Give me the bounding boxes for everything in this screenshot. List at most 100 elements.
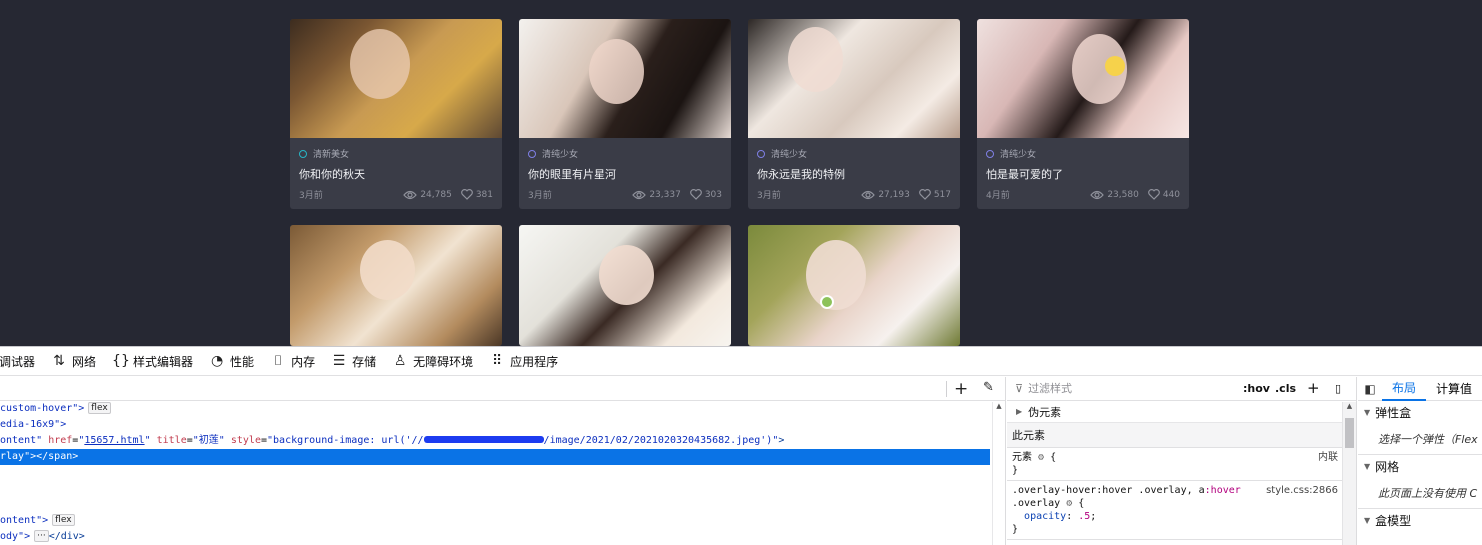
post-thumbnail[interactable] (519, 19, 731, 138)
markup-line[interactable] (0, 497, 990, 513)
markup-view: + ✎ custom-hover"> flex edia-16x9"> onten… (0, 377, 1006, 545)
post-title[interactable]: 你的眼里有片星河 (528, 166, 722, 181)
attr-value: background-image: url('// (273, 435, 424, 446)
tab-layout[interactable]: 布局 (1381, 377, 1426, 401)
href-link[interactable]: 15657.html (84, 435, 144, 446)
eyedropper-icon[interactable]: ✎ (983, 380, 994, 395)
expand-triangle-icon: ▶ (1016, 407, 1023, 416)
post-card[interactable]: 清新美女 你和你的秋天 3月前 24,785 381 (290, 19, 502, 209)
markup-tree: custom-hover"> flex edia-16x9"> ontent" h… (0, 401, 1005, 545)
markup-line-selected[interactable]: rlay"></span> (0, 449, 990, 465)
sidebar-tabs: ◧ 布局 计算值 (1358, 377, 1482, 401)
gear-icon[interactable]: ⚙ (1066, 498, 1072, 509)
add-node-button[interactable]: + (954, 379, 968, 399)
tab-computed[interactable]: 计算值 (1426, 377, 1482, 401)
post-title[interactable]: 你永远是我的特例 (757, 166, 951, 181)
post-thumbnail[interactable] (977, 19, 1189, 138)
section-label: 弹性盒 (1375, 405, 1412, 420)
scroll-up-icon[interactable]: ▲ (1343, 402, 1356, 410)
flex-badge[interactable]: flex (52, 514, 75, 526)
print-media-icon[interactable]: ▯ (1335, 382, 1341, 395)
filter-styles-input[interactable] (1028, 382, 1229, 395)
css-value[interactable]: .5 (1078, 511, 1090, 522)
tab-accessibility[interactable]: ♙ 无障碍环境 (384, 347, 481, 376)
markup-text: custom-hover"> (0, 403, 85, 414)
tab-style-editor[interactable]: {} 样式编辑器 (104, 347, 201, 376)
section-label: 伪元素 (1028, 405, 1062, 419)
markup-line[interactable]: edia-16x9"> (0, 417, 990, 433)
box-model-section-toggle[interactable]: ▼ 盒模型 (1358, 509, 1482, 531)
filter-icon: ⊽ (1015, 382, 1024, 395)
heart-icon[interactable] (460, 189, 473, 200)
post-card[interactable] (519, 225, 731, 346)
tab-debugger[interactable]: 调试器 (0, 347, 43, 376)
post-card[interactable] (290, 225, 502, 346)
markup-line[interactable]: ontent"> flex (0, 513, 990, 529)
post-category[interactable]: 清纯少女 (542, 147, 578, 160)
markup-line[interactable]: ontent" href="15657.html" title="初莲" sty… (0, 433, 990, 449)
post-thumbnail[interactable] (748, 225, 960, 346)
add-rule-button[interactable]: + (1307, 379, 1320, 397)
like-count: 517 (933, 189, 951, 200)
post-category[interactable]: 清纯少女 (771, 147, 807, 160)
pseudo-elements-toggle[interactable]: ▶ 伪元素 (1007, 401, 1356, 423)
attr-value: 初莲 (198, 435, 219, 446)
grid-note: 此页面上没有使用 C (1358, 477, 1482, 509)
performance-icon: ◔ (210, 353, 224, 369)
markup-line[interactable] (0, 481, 990, 497)
element-rule[interactable]: 元素 ⚙ { } 内联 (1007, 448, 1356, 481)
flex-badge[interactable]: flex (88, 402, 111, 414)
cls-button[interactable]: .cls (1275, 382, 1296, 395)
attr-name: style (230, 435, 261, 446)
tab-network[interactable]: ⇅ 网络 (43, 347, 104, 376)
tab-performance[interactable]: ◔ 性能 (201, 347, 262, 376)
heart-icon[interactable] (918, 189, 931, 200)
post-category[interactable]: 清纯少女 (1000, 147, 1036, 160)
grid-section-toggle[interactable]: ▼ 网格 (1358, 455, 1482, 477)
heart-icon[interactable] (1147, 189, 1160, 200)
section-label: 此元素 (1012, 429, 1045, 442)
category-dot-icon (299, 149, 307, 158)
toggle-panel-icon[interactable]: ◧ (1358, 382, 1382, 396)
post-card[interactable] (748, 225, 960, 346)
devtools-toolbar: 调试器 ⇅ 网络 {} 样式编辑器 ◔ 性能 ⌷ 内存 ☰ 存储 ♙ 无障碍环境 ⠿ 应用程序 (0, 347, 1482, 376)
scroll-up-icon[interactable]: ▲ (993, 402, 1005, 410)
gear-icon[interactable]: ⚙ (1038, 452, 1044, 463)
this-element-header: 此元素 (1007, 423, 1356, 448)
scrollbar-thumb[interactable] (1345, 418, 1354, 448)
markup-scrollbar[interactable]: ▲ (992, 402, 1005, 545)
tab-label: 应用程序 (510, 354, 559, 369)
tab-label: 存储 (352, 354, 377, 369)
post-card[interactable]: 清纯少女 怕是最可爱的了 4月前 23,580 440 (977, 19, 1189, 209)
markup-line[interactable]: ody"> ··· </div> (0, 529, 990, 545)
divider (946, 381, 947, 397)
tab-memory[interactable]: ⌷ 内存 (262, 347, 323, 376)
category-dot-icon (528, 149, 536, 158)
post-card[interactable]: 清纯少女 你永远是我的特例 3月前 27,193 517 (748, 19, 960, 209)
heart-icon[interactable] (689, 189, 702, 200)
attr-name: title (156, 435, 187, 446)
rule-selector-pseudo: :hover (1204, 485, 1241, 496)
post-card[interactable]: 清纯少女 你的眼里有片星河 3月前 23,337 303 (519, 19, 731, 209)
css-rule[interactable]: .overlay-hover:hover .overlay, a:hover .… (1007, 481, 1356, 540)
flexbox-section-toggle[interactable]: ▼ 弹性盒 (1358, 401, 1482, 423)
post-thumbnail[interactable] (519, 225, 731, 346)
tab-application[interactable]: ⠿ 应用程序 (481, 347, 566, 376)
post-time: 3月前 (528, 191, 552, 201)
post-thumbnail[interactable] (290, 225, 502, 346)
hov-button[interactable]: :hov (1243, 382, 1270, 395)
css-property[interactable]: opacity (1024, 511, 1066, 522)
rule-source-link[interactable]: style.css:2866 (1266, 484, 1338, 497)
layout-sidebar: ◧ 布局 计算值 ▼ 弹性盒 选择一个弹性（Flex ▼ 网格 此页面上没有使用 C… (1358, 377, 1482, 545)
post-title[interactable]: 怕是最可爱的了 (986, 166, 1180, 181)
post-thumbnail[interactable] (748, 19, 960, 138)
post-category[interactable]: 清新美女 (313, 147, 349, 160)
like-count: 303 (704, 189, 722, 200)
rules-scrollbar[interactable]: ▲ (1342, 402, 1356, 545)
tab-storage[interactable]: ☰ 存储 (323, 347, 384, 376)
post-thumbnail[interactable] (290, 19, 502, 138)
expand-badge[interactable]: ··· (34, 530, 49, 542)
markup-line[interactable]: custom-hover"> flex (0, 401, 990, 417)
markup-line[interactable] (0, 465, 990, 481)
post-title[interactable]: 你和你的秋天 (299, 166, 493, 181)
